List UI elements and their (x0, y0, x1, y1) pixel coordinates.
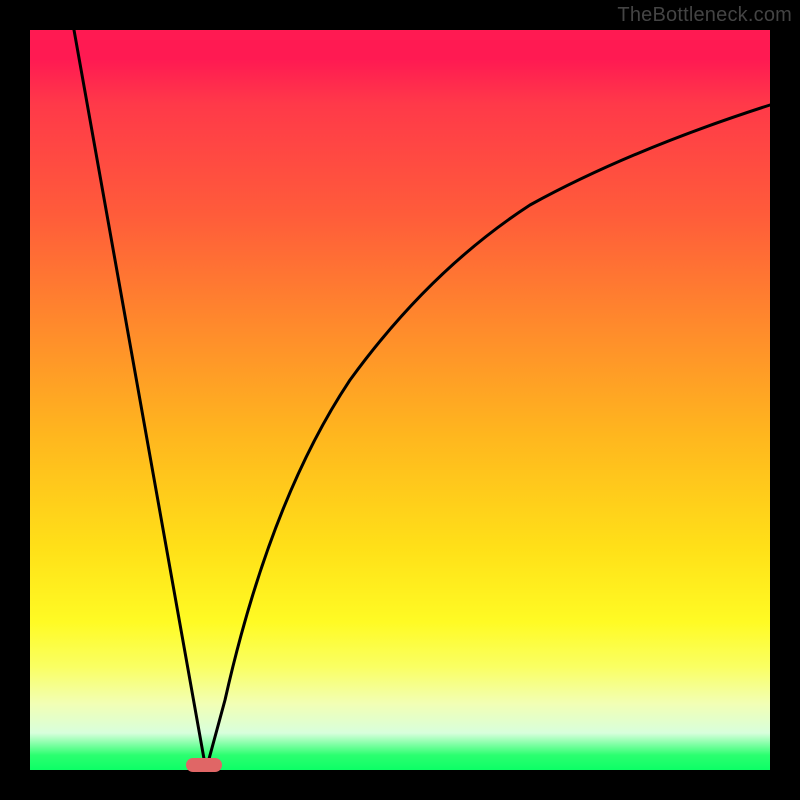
curve-left-descent (74, 30, 206, 770)
chart-frame: TheBottleneck.com (0, 0, 800, 800)
curve-right-ascent (206, 105, 770, 770)
bottleneck-marker (186, 758, 222, 772)
watermark-label: TheBottleneck.com (617, 4, 792, 27)
plot-area (30, 30, 770, 770)
curve-layer (30, 30, 770, 770)
